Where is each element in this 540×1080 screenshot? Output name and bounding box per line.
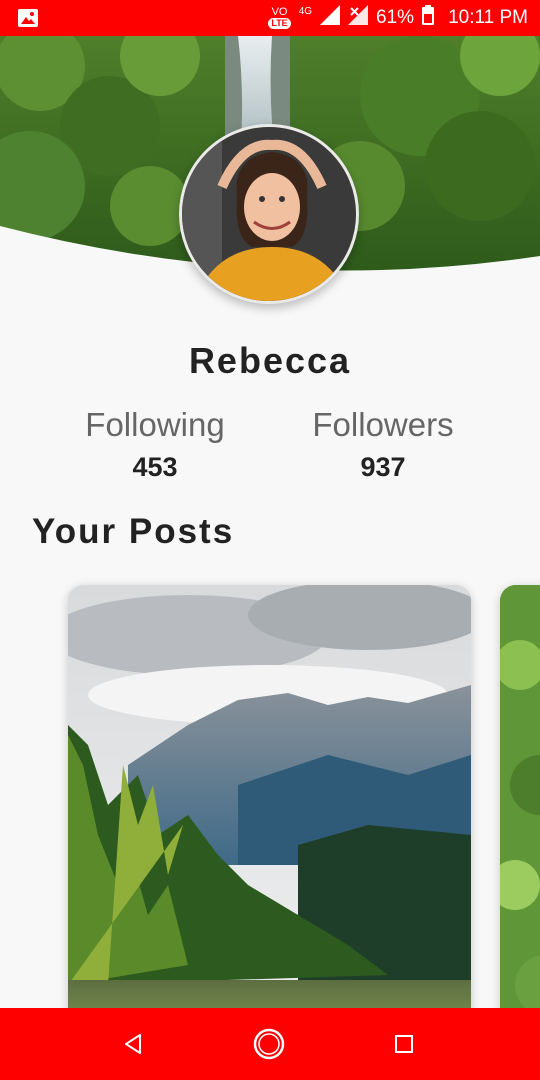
back-icon[interactable] — [116, 1026, 152, 1062]
recent-apps-icon[interactable] — [386, 1026, 422, 1062]
following-count: 453 — [132, 452, 178, 482]
home-icon[interactable] — [251, 1026, 287, 1062]
followers-count: 937 — [360, 452, 406, 482]
followers-stat[interactable]: Followers 937 — [283, 406, 483, 483]
post-card[interactable] — [68, 585, 471, 1025]
following-stat[interactable]: Following 453 — [55, 406, 255, 483]
navigation-bar — [0, 1008, 540, 1080]
posts-section-title: Your Posts — [32, 512, 235, 551]
battery-percent: 61% — [376, 7, 415, 28]
clock: 10:11 PM — [448, 7, 528, 28]
post-card-next[interactable] — [500, 585, 540, 1025]
profile-avatar[interactable] — [179, 124, 359, 304]
status-bar: VO LTE 4G 61% 10:11 PM — [0, 0, 540, 36]
battery-icon — [422, 5, 435, 31]
volte-icon: VO LTE — [268, 7, 291, 29]
signal-no-service-icon — [348, 5, 369, 31]
profile-name: Rebecca — [188, 340, 352, 381]
gallery-notification-icon — [18, 9, 38, 32]
network-type-label: 4G — [298, 6, 313, 17]
signal-icon — [320, 5, 341, 31]
followers-label: Followers — [312, 406, 454, 443]
following-label: Following — [85, 406, 225, 443]
